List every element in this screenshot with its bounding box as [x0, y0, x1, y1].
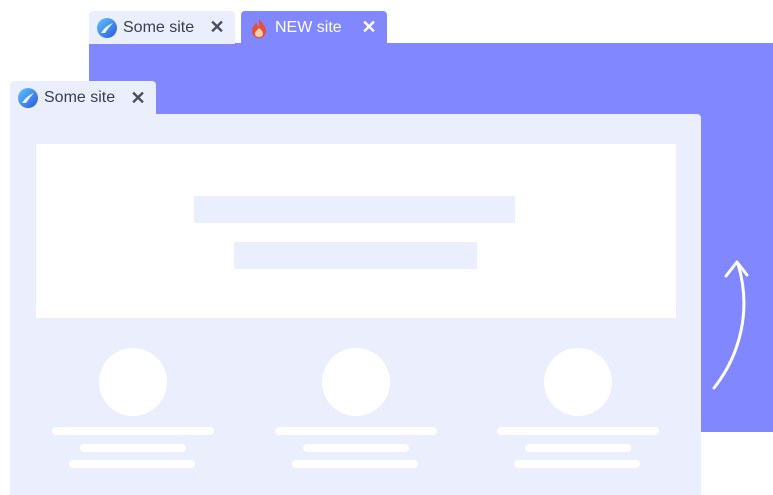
tab-some-site-front[interactable]: Some site ✕: [10, 81, 156, 115]
hero-block: [36, 144, 676, 318]
feature-card: [497, 348, 659, 468]
close-icon[interactable]: ✕: [129, 89, 147, 107]
card-image-placeholder: [99, 348, 167, 416]
flame-icon: [252, 18, 266, 38]
card-text-placeholder: [80, 444, 186, 452]
globe-feather-icon: [18, 88, 38, 108]
card-text-placeholder: [275, 427, 437, 435]
card-text-placeholder: [69, 460, 195, 468]
feature-card: [52, 348, 214, 468]
tab-new-site[interactable]: NEW site ✕: [241, 11, 387, 44]
close-icon[interactable]: ✕: [360, 18, 378, 36]
close-icon[interactable]: ✕: [208, 18, 226, 36]
hero-subtitle-placeholder: [234, 242, 477, 269]
front-browser-window: [10, 114, 701, 495]
globe-feather-icon: [97, 17, 117, 38]
tab-label: Some site: [44, 89, 116, 106]
card-text-placeholder: [525, 444, 631, 452]
card-text-placeholder: [52, 427, 214, 435]
card-image-placeholder: [544, 348, 612, 416]
card-image-placeholder: [322, 348, 390, 416]
card-text-placeholder: [292, 460, 418, 468]
tab-label: Some site: [123, 18, 195, 36]
curved-up-arrow-icon: [712, 260, 749, 390]
tab-some-site-back[interactable]: Some site ✕: [89, 11, 235, 44]
tab-label: NEW site: [275, 18, 342, 36]
card-text-placeholder: [497, 427, 659, 435]
hero-title-placeholder: [194, 196, 515, 223]
card-text-placeholder: [303, 444, 409, 452]
feature-card: [275, 348, 437, 468]
card-text-placeholder: [514, 460, 640, 468]
